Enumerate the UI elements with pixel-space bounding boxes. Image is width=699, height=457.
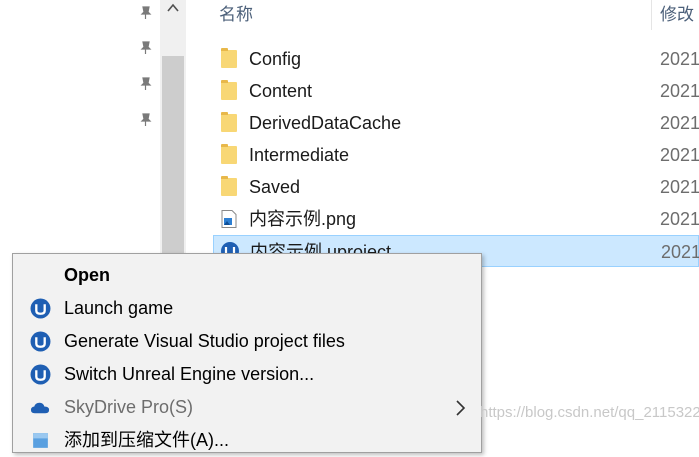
pin-icon[interactable] <box>138 76 154 92</box>
submenu-arrow-icon <box>456 400 466 416</box>
menu-item-open[interactable]: Open <box>13 259 481 292</box>
file-date: 2021 <box>660 113 699 133</box>
pin-icon[interactable] <box>138 5 154 21</box>
context-menu: Open Launch game Generate Visual Studio … <box>12 253 482 453</box>
menu-item-label: Launch game <box>64 298 174 318</box>
column-divider[interactable] <box>651 0 652 30</box>
menu-item-label: SkyDrive Pro(S) <box>64 397 194 417</box>
file-date: 2021 <box>661 242 699 262</box>
folder-icon <box>221 80 237 100</box>
image-file-icon <box>221 210 237 228</box>
file-name: DerivedDataCache <box>249 113 402 133</box>
file-name: Intermediate <box>249 145 350 165</box>
menu-item-add-to-archive[interactable]: 添加到压缩文件(A)... <box>13 424 481 457</box>
cloud-icon <box>30 402 50 414</box>
column-header-name[interactable]: 名称 <box>219 0 253 30</box>
pin-icon[interactable] <box>138 40 154 56</box>
file-row-intermediate[interactable]: Intermediate 2021 <box>213 139 699 171</box>
file-date: 2021 <box>660 145 699 165</box>
unreal-icon <box>30 331 51 352</box>
folder-icon <box>221 144 237 164</box>
file-name: 内容示例.png <box>249 209 357 229</box>
menu-item-switch-engine-version[interactable]: Switch Unreal Engine version... <box>13 358 481 391</box>
folder-icon <box>221 48 237 68</box>
pin-icon[interactable] <box>138 112 154 128</box>
file-row-config[interactable]: Config 2021 <box>213 43 699 75</box>
menu-item-launch-game[interactable]: Launch game <box>13 292 481 325</box>
file-row-deriveddatacache[interactable]: DerivedDataCache 2021 <box>213 107 699 139</box>
file-row-content[interactable]: Content 2021 <box>213 75 699 107</box>
file-date: 2021 <box>660 177 699 197</box>
menu-item-label: Switch Unreal Engine version... <box>64 364 315 384</box>
file-name: Content <box>249 81 313 101</box>
folder-icon <box>221 112 237 132</box>
unreal-icon <box>30 364 51 385</box>
file-row-png[interactable]: 内容示例.png 2021 <box>213 203 699 235</box>
menu-item-label: 添加到压缩文件(A)... <box>64 430 229 450</box>
archive-icon <box>33 433 48 448</box>
menu-item-generate-vs-project[interactable]: Generate Visual Studio project files <box>13 325 481 358</box>
file-name: Saved <box>249 177 301 197</box>
watermark-text: https://blog.csdn.net/qq_21153225 <box>480 404 699 421</box>
menu-item-label: Open <box>64 265 111 285</box>
folder-icon <box>221 176 237 196</box>
menu-item-skydrive-pro[interactable]: SkyDrive Pro(S) <box>13 391 481 424</box>
file-date: 2021 <box>660 49 699 69</box>
file-row-saved[interactable]: Saved 2021 <box>213 171 699 203</box>
unreal-icon <box>30 298 51 319</box>
column-header-modified[interactable]: 修改 <box>660 0 694 30</box>
menu-item-label: Generate Visual Studio project files <box>64 331 345 351</box>
scroll-up-arrow-icon[interactable] <box>166 0 180 16</box>
file-date: 2021 <box>660 209 699 229</box>
file-name: Config <box>249 49 302 69</box>
file-date: 2021 <box>660 81 699 101</box>
